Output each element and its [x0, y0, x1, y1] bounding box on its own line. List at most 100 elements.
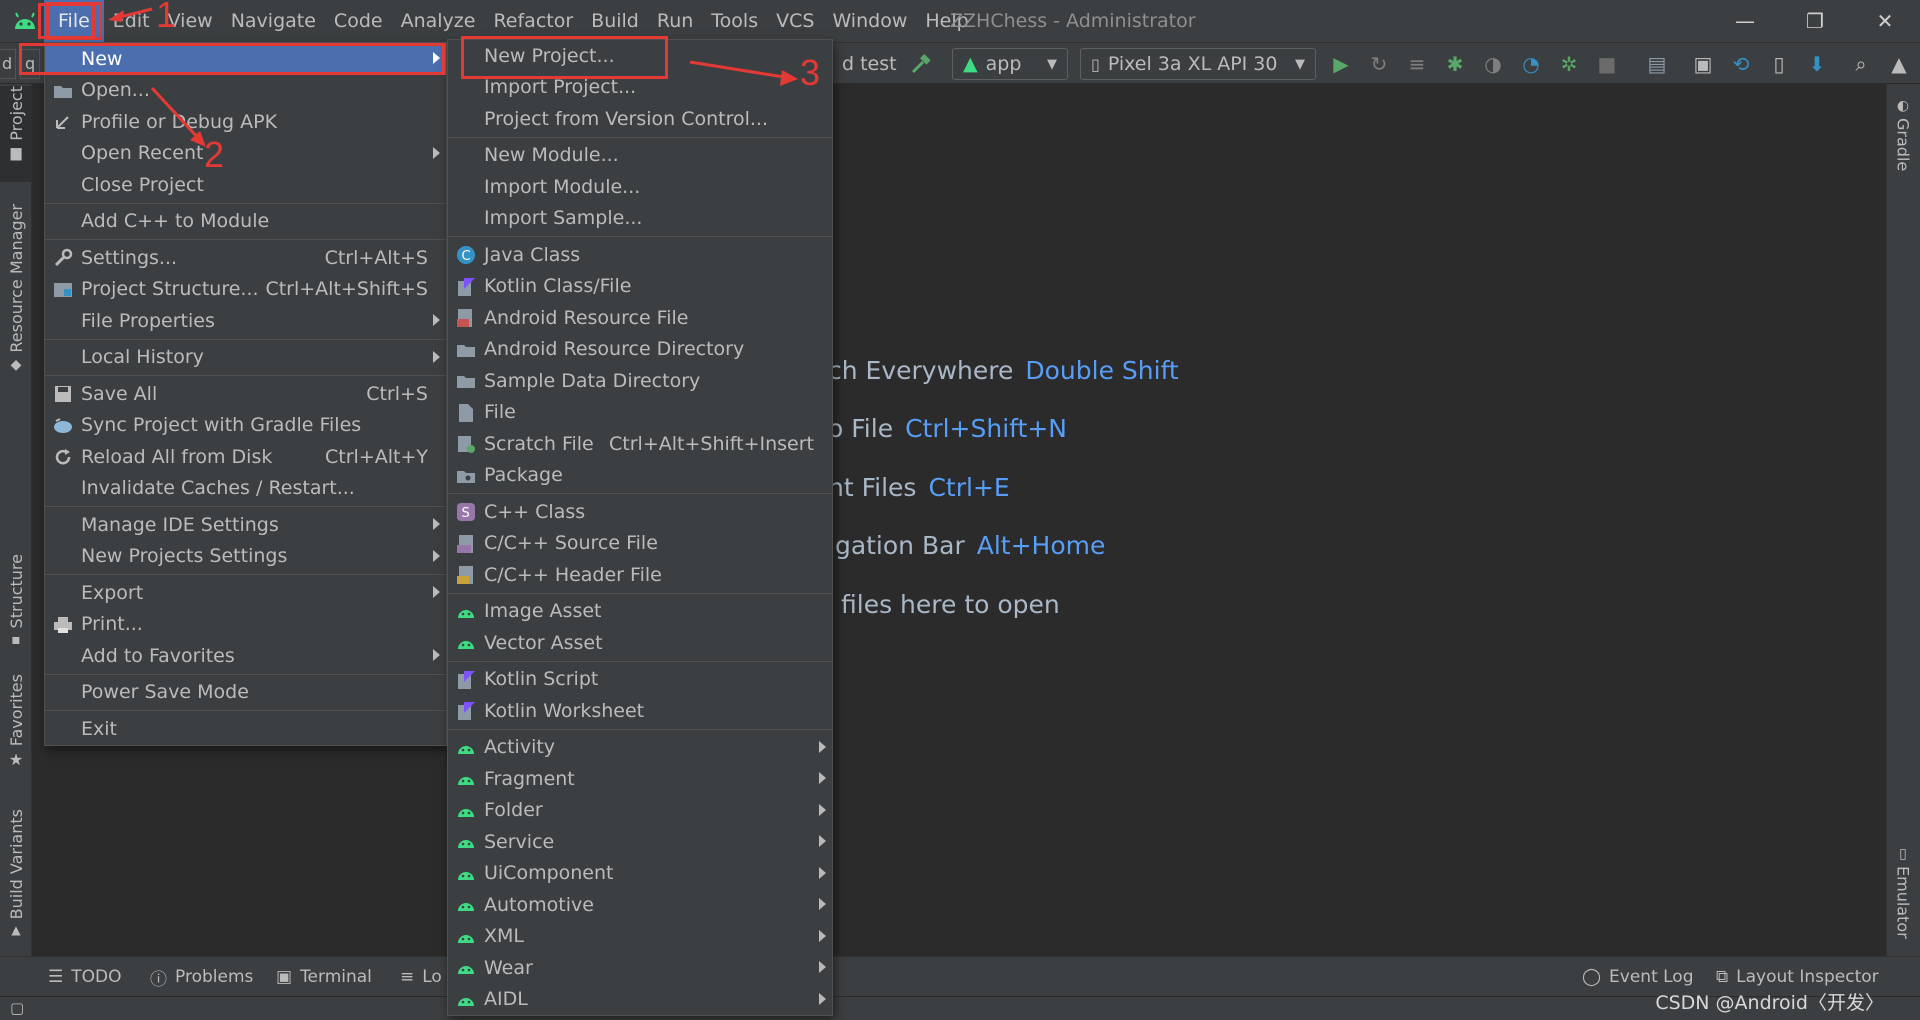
menu-item-shortcut: Ctrl+Alt+Shift+S: [265, 278, 428, 301]
menu-item-xml[interactable]: XML: [448, 921, 832, 953]
menu-item-vector-asset[interactable]: Vector Asset: [448, 627, 832, 659]
hint-navigation-bar: igation Bar Alt+Home: [828, 531, 1105, 560]
menu-item-manage-ide-settings[interactable]: Manage IDE Settings: [45, 509, 446, 541]
window-title: ZZHChess - Administrator: [950, 10, 1196, 32]
menu-item-print[interactable]: Print...: [45, 609, 446, 641]
tool-tab-resource-manager[interactable]: Resource Manager ◆: [0, 204, 32, 400]
menu-navigate[interactable]: Navigate: [222, 0, 325, 42]
gradle-sync-icon[interactable]: ⟲: [1726, 49, 1756, 79]
android-icon[interactable]: ▲: [1884, 49, 1914, 79]
menu-item-file[interactable]: File: [448, 397, 832, 429]
build-hammer-icon[interactable]: [906, 49, 936, 79]
android-icon: ▲: [963, 53, 978, 75]
menu-item-open-recent[interactable]: Open Recent: [45, 138, 446, 170]
annotation-box-new: [19, 43, 445, 75]
menu-item-image-asset[interactable]: Image Asset: [448, 596, 832, 628]
device-select[interactable]: ▯ Pixel 3a XL API 30 ▼: [1080, 48, 1316, 80]
menu-item-sample-data-directory[interactable]: Sample Data Directory: [448, 365, 832, 397]
menu-item-label: XML: [484, 925, 524, 948]
menu-item-reload-all-from-disk[interactable]: Reload All from Disk Ctrl+Alt+Y: [45, 441, 446, 473]
tool-tab-logcat[interactable]: ≡ Lo: [400, 957, 442, 997]
menu-item-kotlin-script[interactable]: Kotlin Script: [448, 664, 832, 696]
menu-item-kotlin-worksheet[interactable]: Kotlin Worksheet: [448, 695, 832, 727]
menu-item-file-properties[interactable]: File Properties: [45, 305, 446, 337]
menu-item-invalidate-caches-restart[interactable]: Invalidate Caches / Restart...: [45, 473, 446, 505]
menu-item-android-resource-file[interactable]: Android Resource File: [448, 302, 832, 334]
tool-tab-project[interactable]: Project ▆: [0, 86, 32, 182]
restore-button[interactable]: ❐: [1780, 0, 1850, 42]
stop-icon[interactable]: ■: [1592, 49, 1622, 79]
project-structure-icon[interactable]: ▤: [1642, 49, 1672, 79]
close-button[interactable]: ✕: [1850, 0, 1920, 42]
menu-item-add-to-favorites[interactable]: Add to Favorites: [45, 640, 446, 672]
menu-item-open[interactable]: Open...: [45, 75, 446, 107]
menu-item-service[interactable]: Service: [448, 826, 832, 858]
menu-item-exit[interactable]: Exit: [45, 713, 446, 745]
menu-item-automotive[interactable]: Automotive: [448, 889, 832, 921]
tool-tab-terminal[interactable]: ▣ Terminal: [276, 957, 372, 997]
menu-item-project-from-version-control[interactable]: Project from Version Control...: [448, 103, 832, 135]
profile-icon[interactable]: ◔: [1516, 49, 1546, 79]
menu-item-export[interactable]: Export: [45, 577, 446, 609]
android-icon: ▲: [11, 923, 21, 938]
sdk-manager-icon[interactable]: ⬇: [1802, 49, 1832, 79]
menu-item-c-class[interactable]: S C++ Class: [448, 496, 832, 528]
menu-tools[interactable]: Tools: [702, 0, 767, 42]
run-icon[interactable]: ▶: [1326, 49, 1356, 79]
submenu-arrow-icon: [433, 649, 440, 661]
run-configuration-select[interactable]: ▲ app ▼: [952, 48, 1068, 80]
menu-item-import-module[interactable]: Import Module...: [448, 171, 832, 203]
search-icon[interactable]: ⌕: [1846, 49, 1876, 79]
avd-manager-icon[interactable]: ▯: [1764, 49, 1794, 79]
menu-item-package[interactable]: Package: [448, 460, 832, 492]
tool-tab-build-variants[interactable]: Build Variants ▲: [0, 809, 32, 939]
menu-item-scratch-file[interactable]: Scratch File Ctrl+Alt+Shift+Insert: [448, 428, 832, 460]
menu-item-save-all[interactable]: Save All Ctrl+S: [45, 378, 446, 410]
tool-tab-structure[interactable]: Structure ▪: [0, 554, 32, 654]
tool-tab-todo[interactable]: ☰ TODO: [48, 957, 122, 997]
menu-code[interactable]: Code: [325, 0, 392, 42]
menu-item-c-c-source-file[interactable]: C/C++ Source File: [448, 528, 832, 560]
tool-tab-emulator[interactable]: ▯ Emulator: [1887, 846, 1919, 946]
menu-item-add-c-to-module[interactable]: Add C++ to Module: [45, 206, 446, 238]
menu-vcs[interactable]: VCS: [767, 0, 823, 42]
menu-item-sync-project-with-gradle-files[interactable]: Sync Project with Gradle Files: [45, 410, 446, 442]
minimize-button[interactable]: —: [1710, 0, 1780, 42]
menu-item-close-project[interactable]: Close Project: [45, 169, 446, 201]
hint-shortcut: Ctrl+Shift+N: [905, 414, 1067, 443]
apply-code-changes-icon[interactable]: ≡: [1402, 49, 1432, 79]
menu-item-c-c-header-file[interactable]: C/C++ Header File: [448, 559, 832, 591]
tool-tab-favorites[interactable]: Favorites ★: [0, 674, 32, 774]
menu-window[interactable]: Window: [823, 0, 916, 42]
menu-item-local-history[interactable]: Local History: [45, 342, 446, 374]
tool-tab-label: Lo: [422, 967, 442, 987]
menu-item-aidl[interactable]: AIDL: [448, 984, 832, 1016]
menu-item-power-save-mode[interactable]: Power Save Mode: [45, 677, 446, 709]
menu-item-folder[interactable]: Folder: [448, 795, 832, 827]
menu-item-kotlin-class-file[interactable]: Kotlin Class/File: [448, 271, 832, 303]
navigation-back-stub[interactable]: d: [0, 49, 16, 79]
toggle-tool-windows-icon[interactable]: ▢: [10, 999, 24, 1017]
attach-debugger-icon[interactable]: ◑: [1478, 49, 1508, 79]
attach-profiler-icon[interactable]: ✲: [1554, 49, 1584, 79]
menu-item-java-class[interactable]: C Java Class: [448, 239, 832, 271]
menu-item-new-module[interactable]: New Module...: [448, 140, 832, 172]
menu-item-project-structure[interactable]: Project Structure... Ctrl+Alt+Shift+S: [45, 274, 446, 306]
tool-tab-gradle[interactable]: ◐ Gradle: [1887, 98, 1919, 188]
menu-item-fragment[interactable]: Fragment: [448, 763, 832, 795]
apply-changes-icon[interactable]: ↻: [1364, 49, 1394, 79]
menu-edit[interactable]: Edit: [104, 0, 159, 42]
menu-item-import-sample[interactable]: Import Sample...: [448, 203, 832, 235]
menu-item-profile-or-debug-apk[interactable]: Profile or Debug APK: [45, 106, 446, 138]
menu-item-new-projects-settings[interactable]: New Projects Settings: [45, 541, 446, 573]
tool-tab-problems[interactable]: ⓘ Problems: [150, 957, 253, 997]
menu-item-android-resource-directory[interactable]: Android Resource Directory: [448, 334, 832, 366]
device-value: Pixel 3a XL API 30: [1107, 53, 1278, 75]
debug-icon[interactable]: ✱: [1440, 49, 1470, 79]
menu-item-label: New Projects Settings: [81, 545, 288, 568]
menu-item-wear[interactable]: Wear: [448, 952, 832, 984]
menu-item-uicomponent[interactable]: UiComponent: [448, 858, 832, 890]
menu-item-settings[interactable]: Settings... Ctrl+Alt+S: [45, 242, 446, 274]
terminal-icon[interactable]: ▣: [1688, 49, 1718, 79]
menu-item-activity[interactable]: Activity: [448, 732, 832, 764]
